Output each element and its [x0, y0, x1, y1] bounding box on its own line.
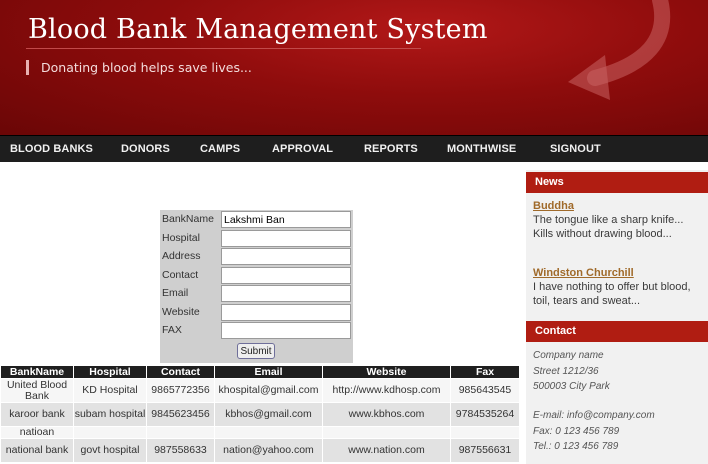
- news-quote: The tongue like a sharp knife... Kills w…: [533, 214, 684, 240]
- table-cell: [450, 426, 520, 439]
- contact-email: E-mail: info@company.com: [533, 410, 655, 421]
- news-author-link[interactable]: Windston Churchill: [533, 267, 634, 279]
- address-input[interactable]: [221, 248, 351, 265]
- table-cell: karoor bank: [0, 402, 74, 427]
- bank-form: BankName Hospital Address Contact Email …: [160, 210, 353, 363]
- fax-input[interactable]: [221, 322, 351, 339]
- fax-label: FAX: [162, 324, 182, 336]
- nav-reports[interactable]: REPORTS: [364, 136, 418, 163]
- nav-monthwise[interactable]: MONTHWISE: [447, 136, 516, 163]
- nav-blood-banks[interactable]: BLOOD BANKS: [10, 136, 93, 163]
- table-cell: KD Hospital: [73, 378, 147, 403]
- table-row: United Blood Bank KD Hospital 9865772356…: [0, 378, 520, 403]
- sidebar: News Buddha The tongue like a sharp knif…: [526, 170, 708, 464]
- nav-donors[interactable]: DONORS: [121, 136, 170, 163]
- email-input[interactable]: [221, 285, 351, 302]
- table-cell: kbhos@gmail.com: [214, 402, 323, 427]
- form-row-address: Address: [160, 248, 353, 266]
- site-header: Blood Bank Management System Donating bl…: [0, 0, 708, 135]
- blood-bank-table: BankName Hospital Contact Email Website …: [0, 365, 520, 463]
- site-tagline: Donating blood helps save lives...: [26, 60, 252, 75]
- bankname-input[interactable]: [221, 211, 351, 228]
- main-nav: BLOOD BANKS DONORS CAMPS APPROVAL REPORT…: [0, 135, 708, 162]
- table-cell: subam hospital: [73, 402, 147, 427]
- table-cell: http://www.kdhosp.com: [322, 378, 451, 403]
- column-header: Email: [214, 365, 323, 379]
- table-cell: [73, 426, 147, 439]
- hospital-label: Hospital: [162, 232, 200, 244]
- form-row-email: Email: [160, 285, 353, 303]
- column-header: Website: [322, 365, 451, 379]
- bankname-label: BankName: [162, 213, 214, 225]
- column-header: Fax: [450, 365, 520, 379]
- table-cell: 9784535264: [450, 402, 520, 427]
- table-row: karoor bank subam hospital 9845623456 kb…: [0, 402, 520, 427]
- form-row-website: Website: [160, 304, 353, 322]
- title-divider: [26, 48, 421, 49]
- email-label: Email: [162, 287, 189, 299]
- website-input[interactable]: [221, 304, 351, 321]
- table-row: national bank govt hospital 987558633 na…: [0, 438, 520, 463]
- news-quote: I have nothing to offer but blood, toil,…: [533, 281, 691, 307]
- address-label: Address: [162, 250, 201, 262]
- curved-arrow-icon: [568, 0, 671, 100]
- table-cell: 9845623456: [146, 402, 215, 427]
- table-cell: khospital@gmail.com: [214, 378, 323, 403]
- form-row-fax: FAX: [160, 322, 353, 340]
- hospital-input[interactable]: [221, 230, 351, 247]
- column-header: Contact: [146, 365, 215, 379]
- table-cell: United Blood Bank: [0, 378, 74, 403]
- table-cell: 9865772356: [146, 378, 215, 403]
- contact-heading: Contact: [526, 321, 708, 342]
- table-cell: www.kbhos.com: [322, 402, 451, 427]
- table-cell: [322, 426, 451, 439]
- news-heading: News: [526, 172, 708, 193]
- table-cell: 987556631: [450, 438, 520, 463]
- form-row-contact: Contact: [160, 267, 353, 285]
- news-author-link[interactable]: Buddha: [533, 200, 574, 212]
- table-cell: 985643545: [450, 378, 520, 403]
- nav-approval[interactable]: APPROVAL: [272, 136, 333, 163]
- page: Blood Bank Management System Donating bl…: [0, 0, 708, 464]
- contact-fax: Fax: 0 123 456 789: [533, 426, 620, 437]
- column-header: BankName: [0, 365, 74, 379]
- contact-company: Company name: [533, 350, 604, 361]
- table-cell: 987558633: [146, 438, 215, 463]
- table-cell: [146, 426, 215, 439]
- form-row-bankname: BankName: [160, 211, 353, 229]
- column-header: Hospital: [73, 365, 147, 379]
- form-row-hospital: Hospital: [160, 230, 353, 248]
- contact-city: 500003 City Park: [533, 381, 610, 392]
- contact-input[interactable]: [221, 267, 351, 284]
- nav-signout[interactable]: SIGNOUT: [550, 136, 601, 163]
- submit-button[interactable]: Submit: [237, 343, 275, 359]
- table-cell: [214, 426, 323, 439]
- table-cell: natioan: [0, 426, 74, 439]
- table-cell: www.nation.com: [322, 438, 451, 463]
- table-row: natioan: [0, 426, 520, 439]
- table-cell: nation@yahoo.com: [214, 438, 323, 463]
- contact-tel: Tel.: 0 123 456 789: [533, 441, 619, 452]
- contact-street: Street 1212/36: [533, 366, 599, 377]
- table-cell: national bank: [0, 438, 74, 463]
- nav-camps[interactable]: CAMPS: [200, 136, 240, 163]
- website-label: Website: [162, 306, 200, 318]
- table-cell: govt hospital: [73, 438, 147, 463]
- table-header-row: BankName Hospital Contact Email Website …: [0, 365, 520, 379]
- site-title: Blood Bank Management System: [28, 14, 488, 45]
- contact-label: Contact: [162, 269, 199, 281]
